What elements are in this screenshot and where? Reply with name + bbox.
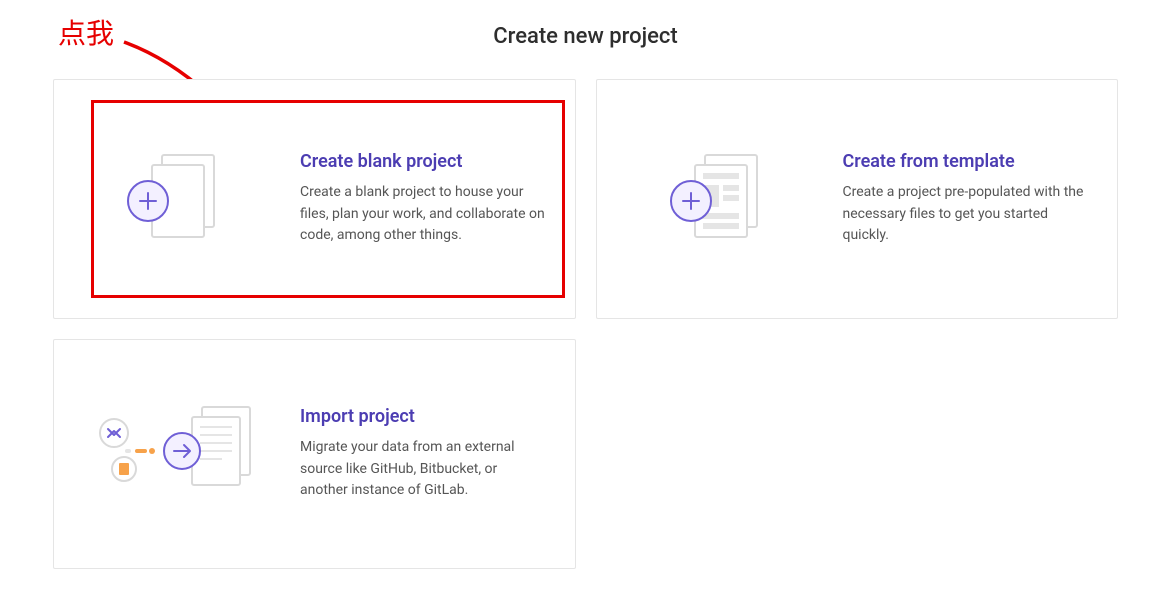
card-create-blank-project[interactable]: Create blank project Create a blank proj… xyxy=(53,79,576,319)
import-illustration xyxy=(82,399,272,509)
annotation-label: 点我 xyxy=(58,12,114,52)
card-description: Create a project pre-populated with the … xyxy=(843,182,1090,247)
card-title: Create from template xyxy=(843,151,1090,172)
card-title: Import project xyxy=(300,406,547,427)
blank-project-illustration xyxy=(82,149,272,249)
card-import-project[interactable]: Import project Migrate your data from an… xyxy=(53,339,576,569)
card-create-from-template[interactable]: Create from template Create a project pr… xyxy=(596,79,1119,319)
template-illustration xyxy=(625,149,815,249)
card-description: Migrate your data from an external sourc… xyxy=(300,437,547,502)
card-title: Create blank project xyxy=(300,151,547,172)
card-description: Create a blank project to house your fil… xyxy=(300,182,547,247)
cards-container: Create blank project Create a blank proj… xyxy=(0,59,1171,589)
page-title: Create new project xyxy=(0,0,1171,59)
